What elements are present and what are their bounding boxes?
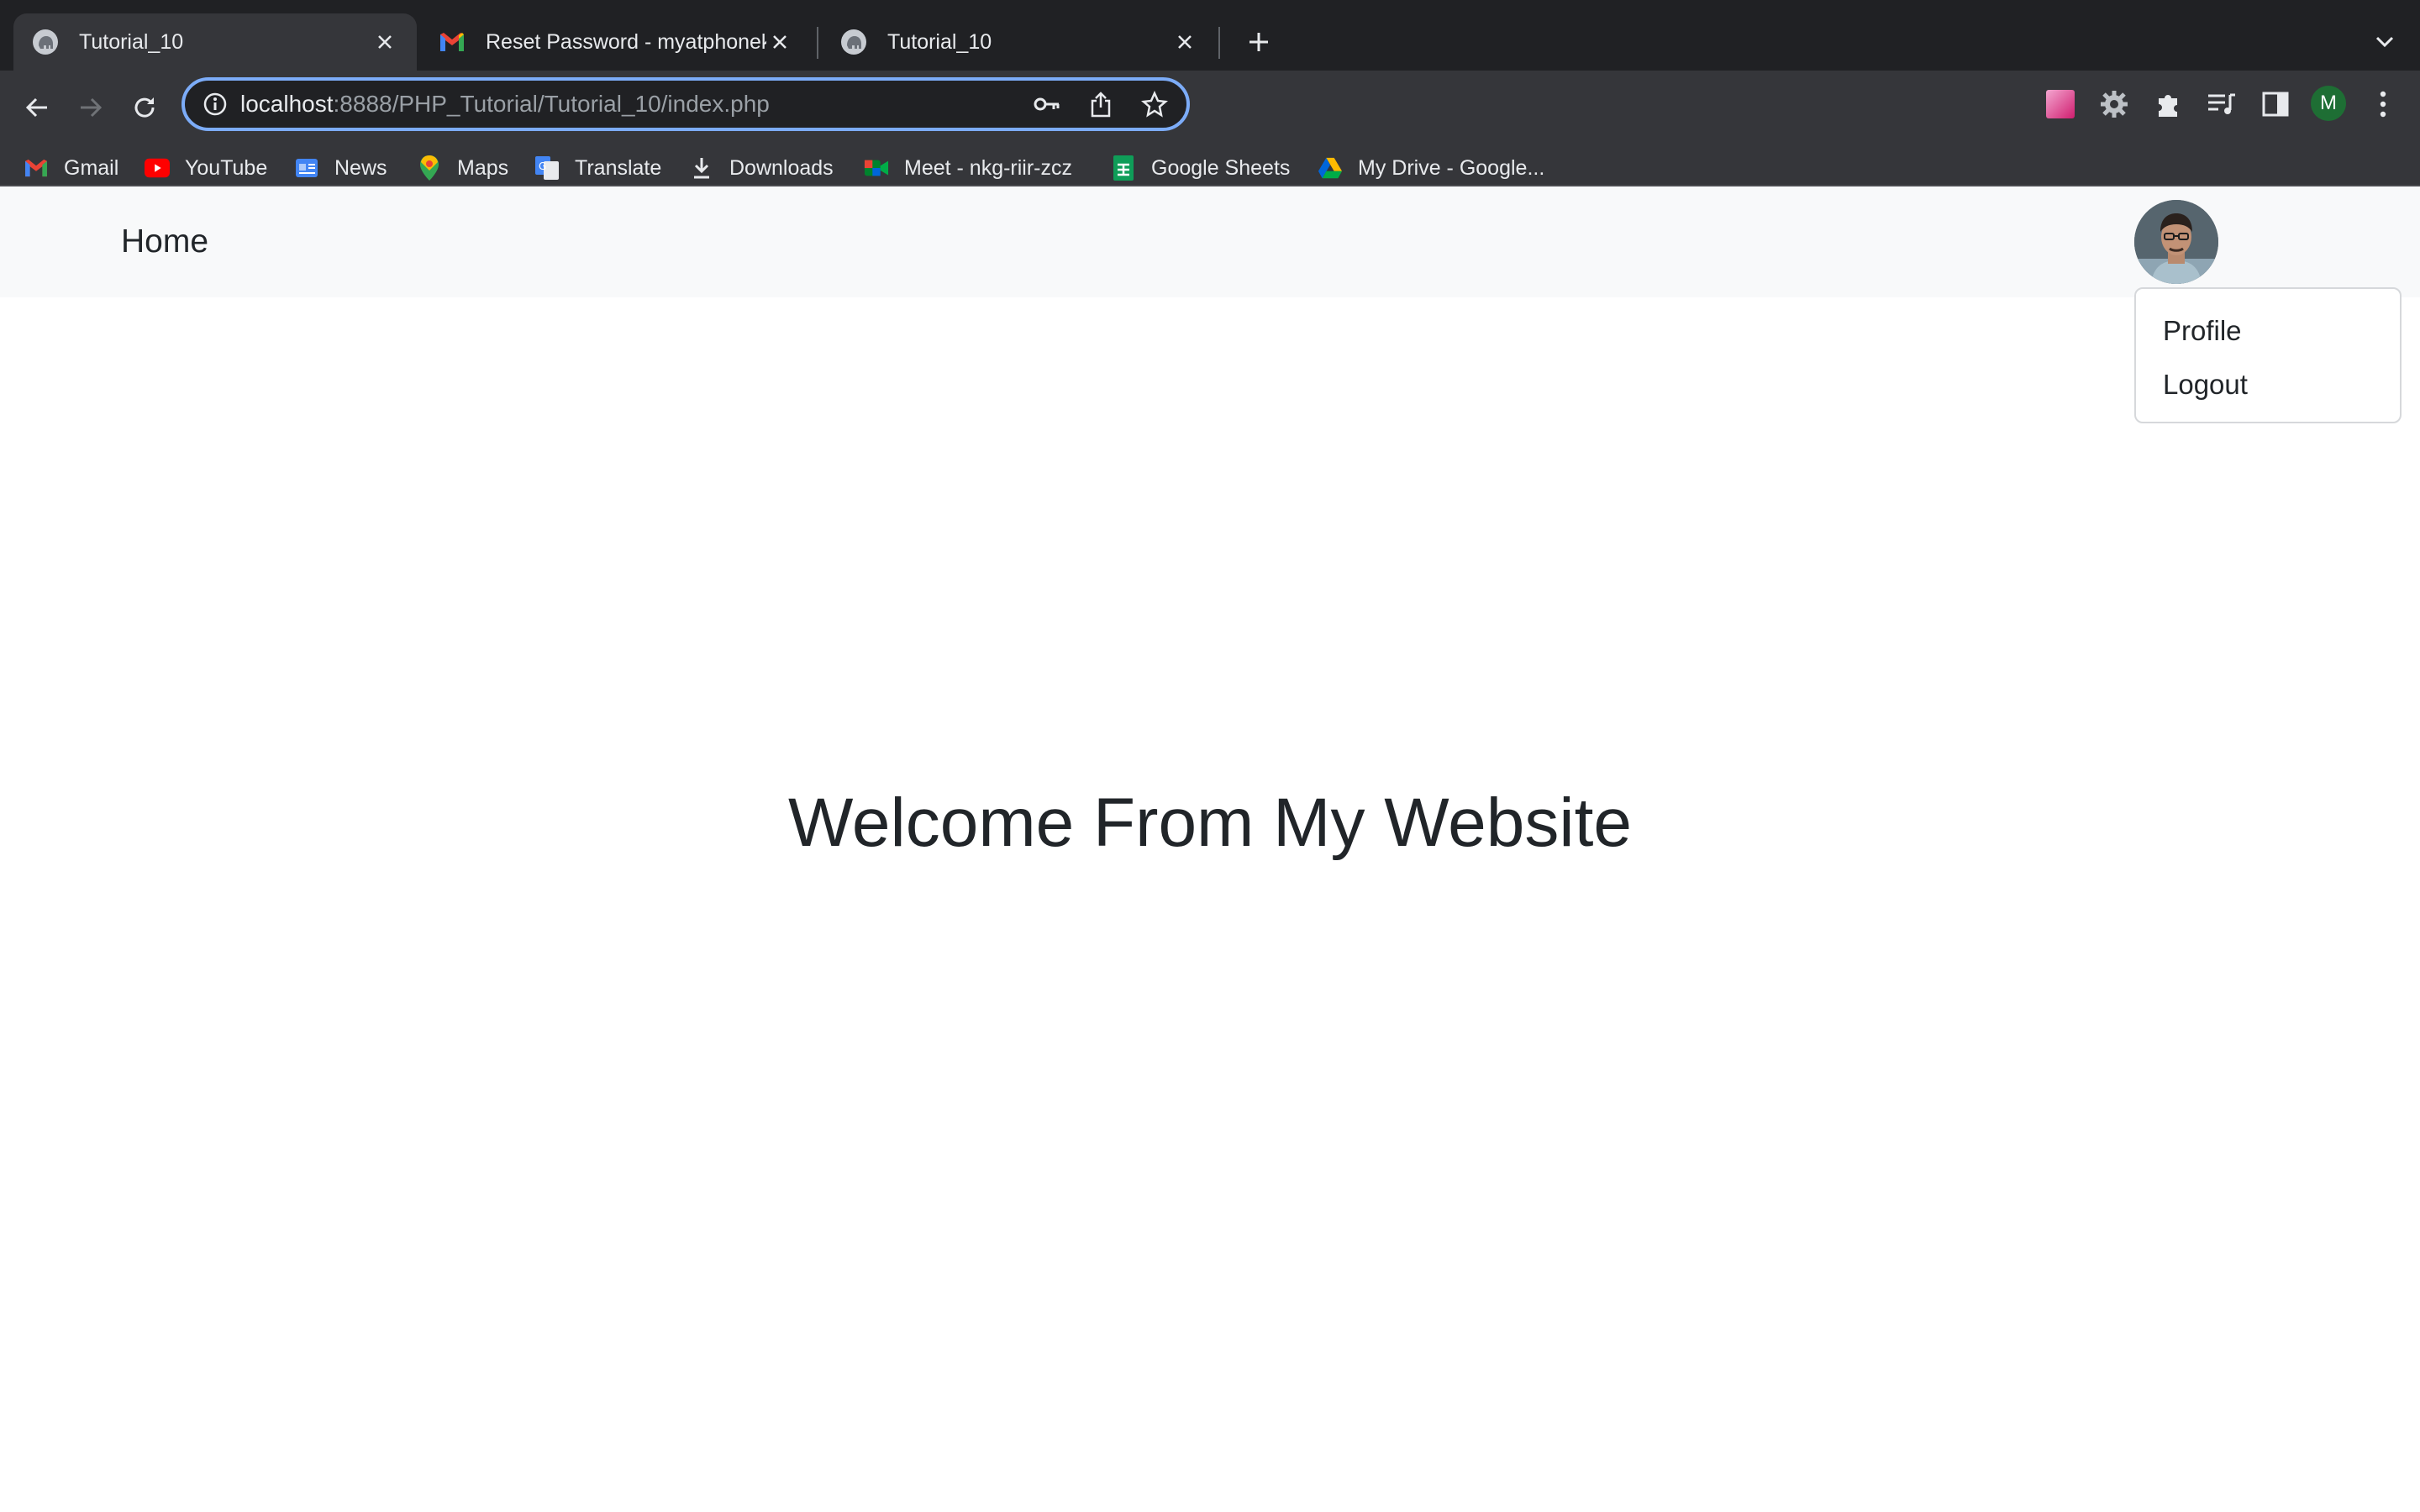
bookmark-news[interactable]: News [294,150,387,186]
url-host: localhost [240,91,334,117]
user-dropdown-menu: Profile Logout [2134,287,2402,423]
bookmark-label: Meet - nkg-riir-zcz [904,155,1073,180]
dropdown-item-logout[interactable]: Logout [2163,361,2248,408]
url-path: :8888/PHP_Tutorial/Tutorial_10/index.php [333,91,770,117]
close-icon[interactable] [766,29,793,55]
bookmark-label: Downloads [729,155,834,180]
arrow-right-icon [81,97,103,118]
tab-title: Tutorial_10 [79,29,184,54]
gmail-icon [439,29,466,55]
bookmark-youtube[interactable]: YouTube [145,150,267,186]
tab-search-button[interactable] [2368,25,2402,59]
bookmark-label: YouTube [185,155,268,180]
bookmark-downloads[interactable]: Downloads [689,150,834,186]
dropdown-item-profile[interactable]: Profile [2163,307,2242,354]
bookmark-gmail[interactable]: Gmail [24,150,118,186]
media-queue-icon[interactable] [2203,86,2240,123]
bookmark-maps[interactable]: Maps [417,150,508,186]
tab-separator [817,27,818,59]
youtube-icon [145,155,170,181]
side-panel-icon[interactable] [2257,86,2294,123]
close-icon[interactable] [371,29,398,55]
chevron-down-icon [2375,36,2394,48]
info-icon[interactable] [202,91,229,118]
home-link[interactable]: Home [121,186,208,297]
forward-button[interactable] [71,87,111,128]
tab-strip: Tutorial_10 Reset Password - myatphonek … [0,0,2420,71]
sheets-icon [1111,155,1136,181]
elephant-icon [840,29,867,55]
news-icon [294,155,319,181]
reload-button[interactable] [124,87,165,128]
drive-icon [1318,155,1343,181]
welcome-heading: Welcome From My Website [788,785,1632,861]
meet-icon [864,155,889,181]
bookmark-label: News [334,155,387,180]
maps-icon [417,155,442,181]
extension-gradient-icon[interactable] [2042,86,2079,123]
profile-avatar[interactable]: M [2311,86,2346,121]
puzzle-icon[interactable] [2149,86,2186,123]
bookmark-label: Gmail [64,155,119,180]
bookmark-meet[interactable]: Meet - nkg-riir-zcz [864,150,1072,186]
kebab-menu-icon[interactable] [2365,86,2402,123]
tab-reset-password[interactable]: Reset Password - myatphonek [420,13,812,71]
address-url: localhost:8888/PHP_Tutorial/Tutorial_10/… [240,81,770,128]
arrow-left-icon [25,97,47,118]
bookmark-google-sheets[interactable]: Google Sheets [1111,150,1290,186]
translate-icon: G [534,155,560,181]
tab-tutorial-10[interactable]: Tutorial_10 [822,13,1217,71]
tab-tutorial-10-active[interactable]: Tutorial_10 [13,13,417,71]
tab-title: Tutorial_10 [887,29,992,54]
browser-toolbar: localhost:8888/PHP_Tutorial/Tutorial_10/… [0,71,2420,202]
bookmark-my-drive[interactable]: My Drive - Google... [1318,150,1544,186]
user-avatar[interactable] [2134,200,2218,284]
bookmark-label: Maps [457,155,509,180]
bookmark-label: Google Sheets [1151,155,1291,180]
svg-text:G: G [539,160,546,172]
plus-icon [1249,33,1268,51]
tab-title: Reset Password - myatphonek [486,29,766,54]
bookmark-translate[interactable]: G Translate [534,150,661,186]
gmail-icon [24,155,49,181]
reload-icon [134,97,155,118]
close-icon[interactable] [1171,29,1198,55]
address-bar[interactable]: localhost:8888/PHP_Tutorial/Tutorial_10/… [182,77,1190,131]
user-photo-icon [2134,200,2218,284]
elephant-icon [32,29,59,55]
bookmark-label: My Drive - Google... [1358,155,1545,180]
tab-separator [1218,27,1220,59]
key-icon[interactable] [1032,89,1062,119]
star-icon[interactable] [1139,89,1170,119]
share-icon[interactable] [1086,89,1116,119]
site-navbar: Home [0,186,2420,297]
gear-icon[interactable] [2096,86,2133,123]
new-tab-button[interactable] [1242,25,1276,59]
bookmark-label: Translate [575,155,662,180]
back-button[interactable] [17,87,57,128]
download-icon [689,155,714,181]
